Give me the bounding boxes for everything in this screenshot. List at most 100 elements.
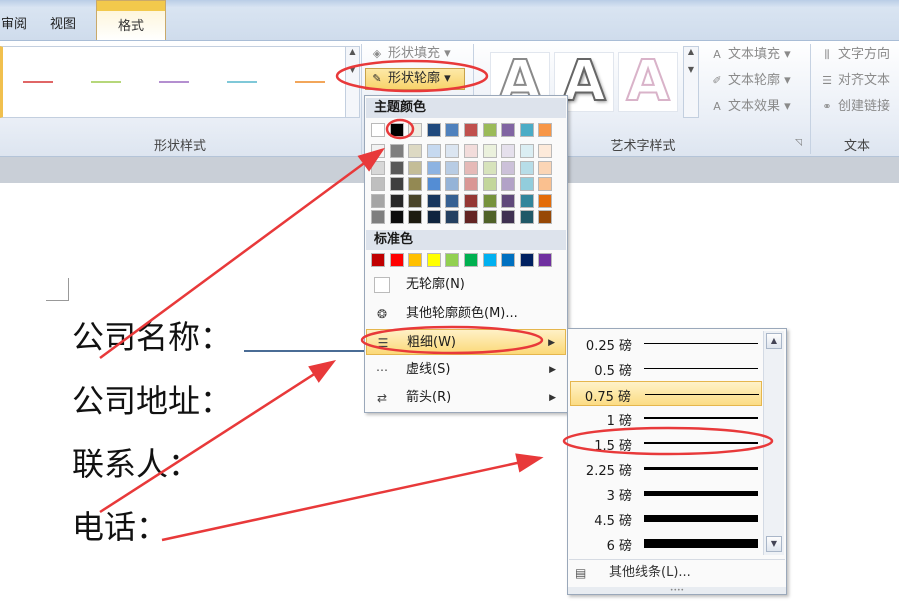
weight-scrollbar[interactable]: ▲ ▼ (763, 331, 784, 555)
weight-option[interactable]: 0.25 磅 (570, 331, 762, 356)
standard-color-swatch[interactable] (389, 253, 404, 267)
theme-shade-swatch[interactable] (538, 193, 553, 208)
shape-fill-button[interactable]: ◈ 形状填充 ▾ (370, 44, 451, 64)
gallery-line-style[interactable] (227, 81, 257, 83)
standard-color-swatch[interactable] (501, 253, 516, 267)
scroll-up-icon[interactable]: ▲ (766, 333, 782, 349)
resize-grip[interactable]: •••• (568, 587, 786, 594)
standard-color-swatch[interactable] (426, 253, 441, 267)
shape-outline-button[interactable]: ✎ 形状轮廓 ▾ (365, 68, 465, 90)
arrows-item[interactable]: ⇄ 箭头(R) ▶ (366, 385, 566, 411)
theme-shade-swatch[interactable] (519, 144, 534, 158)
theme-shade-swatch[interactable] (389, 160, 404, 175)
tab-format[interactable]: 格式 (96, 0, 166, 40)
theme-shade-swatch[interactable] (538, 144, 553, 158)
theme-shade-swatch[interactable] (408, 210, 423, 224)
standard-color-swatch[interactable] (464, 253, 478, 267)
theme-shade-swatch[interactable] (501, 193, 516, 208)
weight-option[interactable]: 4.5 磅 (570, 506, 762, 531)
theme-shade-swatch[interactable] (445, 177, 460, 191)
standard-color-swatch[interactable] (519, 253, 534, 267)
theme-shade-swatch[interactable] (445, 144, 460, 158)
theme-shade-swatch[interactable] (482, 193, 497, 208)
theme-shade-swatch[interactable] (445, 210, 460, 224)
theme-shade-swatch[interactable] (464, 177, 478, 191)
theme-color-swatch[interactable] (389, 123, 404, 137)
weight-option[interactable]: 2.25 磅 (570, 456, 762, 481)
theme-shade-swatch[interactable] (519, 193, 534, 208)
dashes-item[interactable]: ⋯ 虚线(S) ▶ (366, 357, 566, 383)
theme-shade-swatch[interactable] (371, 160, 385, 175)
theme-color-swatch[interactable] (426, 123, 441, 137)
weight-option[interactable]: 6 磅 (570, 531, 762, 556)
theme-color-swatch[interactable] (371, 123, 385, 137)
text-direction-button[interactable]: ⫼ 文字方向 (820, 45, 890, 65)
more-outline-colors-item[interactable]: ❂ 其他轮廓颜色(M)... (366, 301, 566, 327)
text-fill-button[interactable]: A 文本填充 ▾ (710, 45, 790, 65)
theme-shade-swatch[interactable] (389, 193, 404, 208)
standard-color-swatch[interactable] (445, 253, 460, 267)
theme-shade-swatch[interactable] (501, 210, 516, 224)
theme-shade-swatch[interactable] (519, 210, 534, 224)
theme-shade-swatch[interactable] (501, 160, 516, 175)
more-lines-item[interactable]: ▤ 其他线条(L)... (569, 559, 785, 586)
theme-shade-swatch[interactable] (482, 177, 497, 191)
theme-shade-swatch[interactable] (371, 210, 385, 224)
theme-shade-swatch[interactable] (426, 160, 441, 175)
theme-shade-swatch[interactable] (426, 210, 441, 224)
theme-shade-swatch[interactable] (426, 144, 441, 158)
theme-color-swatch[interactable] (501, 123, 516, 137)
weight-option[interactable]: 0.75 磅 (570, 381, 762, 406)
theme-shade-swatch[interactable] (426, 177, 441, 191)
theme-shade-swatch[interactable] (501, 177, 516, 191)
align-text-button[interactable]: ☰ 对齐文本 (820, 71, 890, 91)
gallery-line-style[interactable] (159, 81, 189, 83)
no-outline-item[interactable]: 无轮廓(N) (366, 272, 566, 298)
weight-option[interactable]: 1.5 磅 (570, 431, 762, 456)
theme-shade-swatch[interactable] (408, 177, 423, 191)
standard-color-swatch[interactable] (482, 253, 497, 267)
weight-option[interactable]: 3 磅 (570, 481, 762, 506)
theme-shade-swatch[interactable] (482, 160, 497, 175)
dialog-launcher-icon[interactable]: ◹ (795, 138, 802, 148)
theme-shade-swatch[interactable] (519, 177, 534, 191)
theme-shade-swatch[interactable] (482, 210, 497, 224)
wordart-style-3[interactable]: A (618, 52, 678, 112)
theme-shade-swatch[interactable] (501, 144, 516, 158)
theme-shade-swatch[interactable] (445, 160, 460, 175)
theme-shade-swatch[interactable] (408, 144, 423, 158)
doc-line-contact[interactable]: 联系人： (72, 439, 200, 485)
doc-line-phone[interactable]: 电话： (72, 502, 168, 548)
tab-review[interactable]: 审阅 (0, 12, 28, 40)
theme-color-swatch[interactable] (445, 123, 460, 137)
doc-line-company-name[interactable]: 公司名称： (72, 312, 232, 358)
shape-style-gallery[interactable] (0, 46, 346, 118)
standard-color-swatch[interactable] (538, 253, 553, 267)
theme-shade-swatch[interactable] (389, 177, 404, 191)
weight-option[interactable]: 0.5 磅 (570, 356, 762, 381)
create-link-button[interactable]: ⚭ 创建链接 (820, 97, 890, 117)
gallery-line-style[interactable] (295, 81, 325, 83)
theme-color-swatch[interactable] (464, 123, 478, 137)
theme-shade-swatch[interactable] (538, 160, 553, 175)
standard-color-swatch[interactable] (408, 253, 423, 267)
theme-shade-swatch[interactable] (464, 160, 478, 175)
gallery-scrollbar[interactable]: ▲ ▼ (345, 46, 360, 118)
theme-shade-swatch[interactable] (538, 177, 553, 191)
theme-shade-swatch[interactable] (464, 210, 478, 224)
theme-color-swatch[interactable] (482, 123, 497, 137)
theme-shade-swatch[interactable] (408, 160, 423, 175)
doc-line-company-address[interactable]: 公司地址： (72, 376, 232, 422)
weight-item[interactable]: ☰ 粗细(W) ▶ (366, 329, 566, 355)
theme-shade-swatch[interactable] (371, 193, 385, 208)
text-outline-button[interactable]: ✐ 文本轮廓 ▾ (710, 71, 790, 91)
gallery-line-style[interactable] (23, 81, 53, 83)
gallery-line-style[interactable] (91, 81, 121, 83)
underline-shape[interactable] (244, 350, 369, 352)
theme-shade-swatch[interactable] (482, 144, 497, 158)
theme-shade-swatch[interactable] (538, 210, 553, 224)
theme-shade-swatch[interactable] (371, 144, 385, 158)
theme-shade-swatch[interactable] (426, 193, 441, 208)
theme-color-swatch[interactable] (519, 123, 534, 137)
wordart-gallery-scrollbar[interactable]: ▲ ▼ (683, 46, 699, 118)
